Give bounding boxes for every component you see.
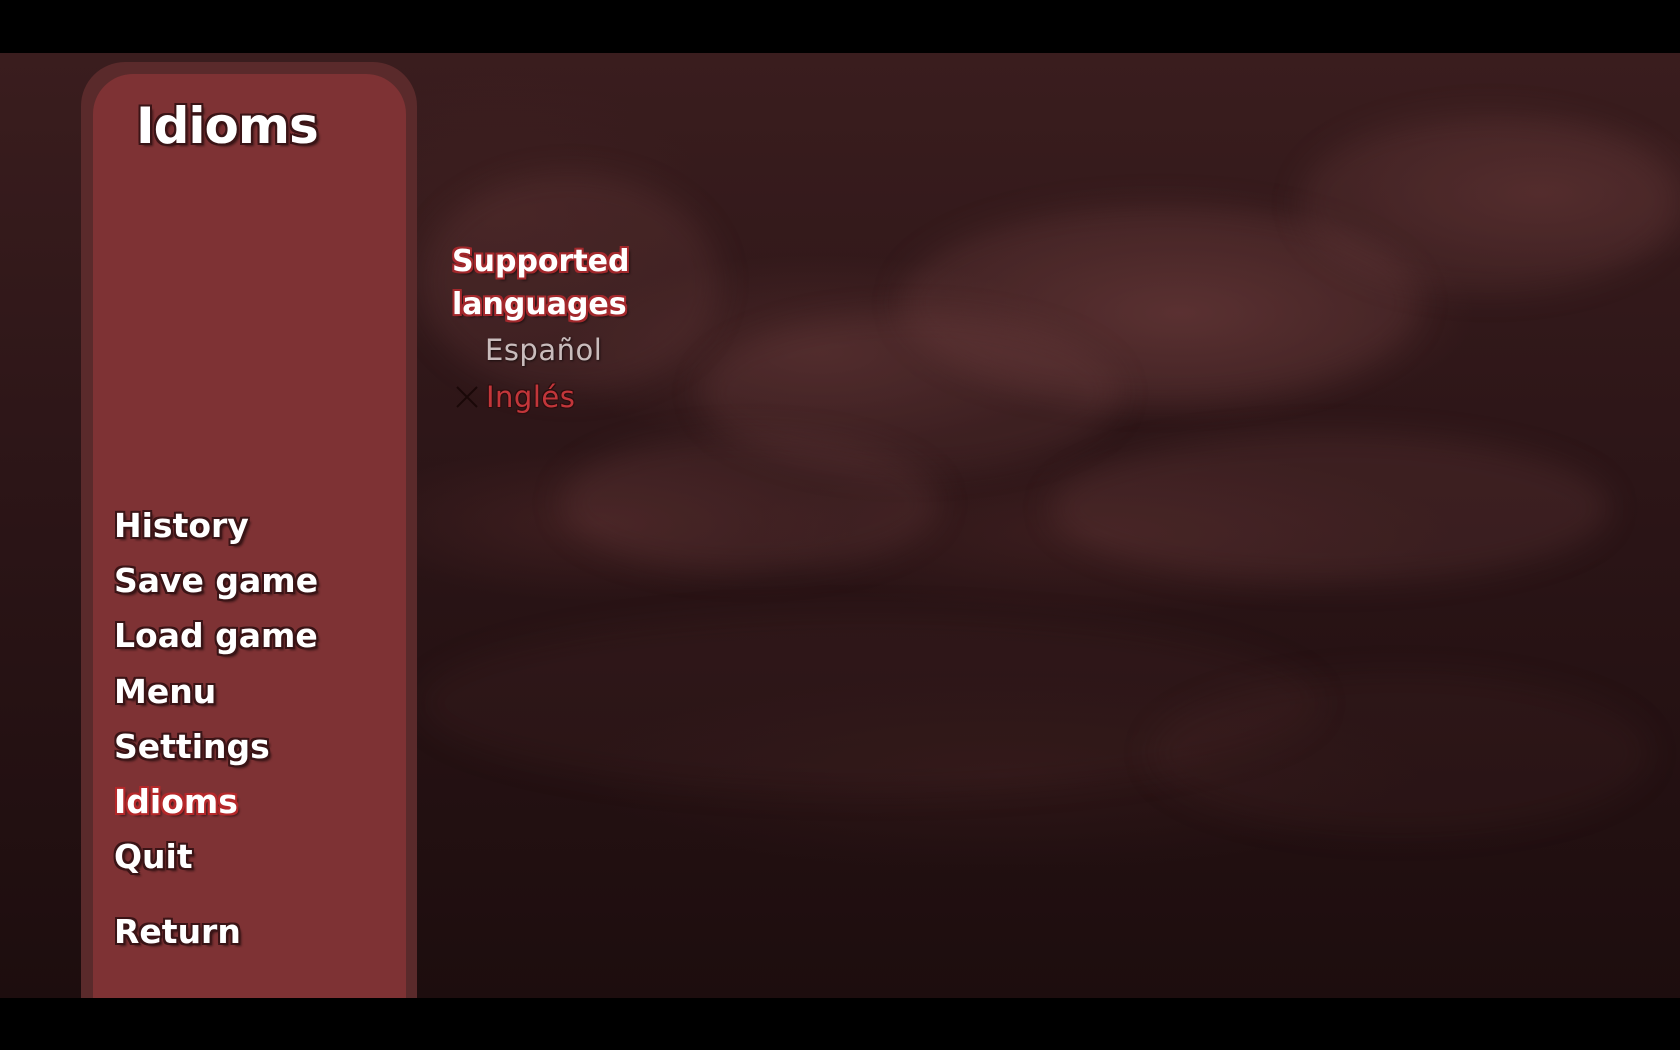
nav-item-load-game[interactable]: Load game: [114, 616, 318, 655]
nav-item-history[interactable]: History: [114, 506, 249, 545]
letterbox-bottom: [0, 998, 1680, 1050]
letterbox-top: [0, 0, 1680, 53]
return-button[interactable]: Return: [114, 912, 241, 951]
nav-item-menu[interactable]: Menu: [114, 672, 216, 711]
page-title: Idioms: [136, 97, 319, 155]
language-option-ingles[interactable]: Inglés: [486, 380, 575, 414]
nav-item-idioms[interactable]: Idioms: [114, 782, 238, 821]
languages-heading-line1: Supported: [452, 244, 630, 279]
nav-item-save-game[interactable]: Save game: [114, 561, 318, 600]
language-option-espanol[interactable]: Español: [485, 333, 602, 367]
languages-heading-line2: languages: [452, 287, 627, 322]
check-x-icon: [456, 386, 478, 408]
nav-item-quit[interactable]: Quit: [114, 837, 193, 876]
nav-item-settings[interactable]: Settings: [114, 727, 270, 766]
languages-heading: Supported languages: [452, 240, 629, 326]
